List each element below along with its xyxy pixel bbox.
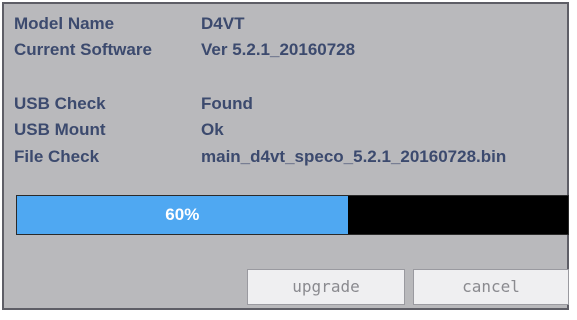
upgrade-progress-bar: 60% — [16, 195, 569, 235]
usb-mount-label: USB Mount — [14, 120, 106, 139]
usb-check-value: Found — [201, 94, 253, 113]
usb-mount-value: Ok — [201, 120, 224, 139]
usb-check-label: USB Check — [14, 94, 106, 113]
model-name-label: Model Name — [14, 14, 115, 33]
upgrade-button[interactable]: upgrade — [247, 269, 405, 305]
cancel-button[interactable]: cancel — [413, 269, 569, 305]
progress-percent: 60% — [165, 205, 200, 224]
file-check-label: File Check — [14, 147, 100, 166]
file-check-value: main_d4vt_speco_5.2.1_20160728.bin — [201, 147, 507, 166]
model-name-value: D4VT — [201, 14, 245, 33]
current-software-value: Ver 5.2.1_20160728 — [201, 40, 356, 59]
upgrade-dialog: Model Name D4VT Current Software Ver 5.2… — [2, 2, 569, 310]
current-software-label: Current Software — [14, 40, 152, 59]
